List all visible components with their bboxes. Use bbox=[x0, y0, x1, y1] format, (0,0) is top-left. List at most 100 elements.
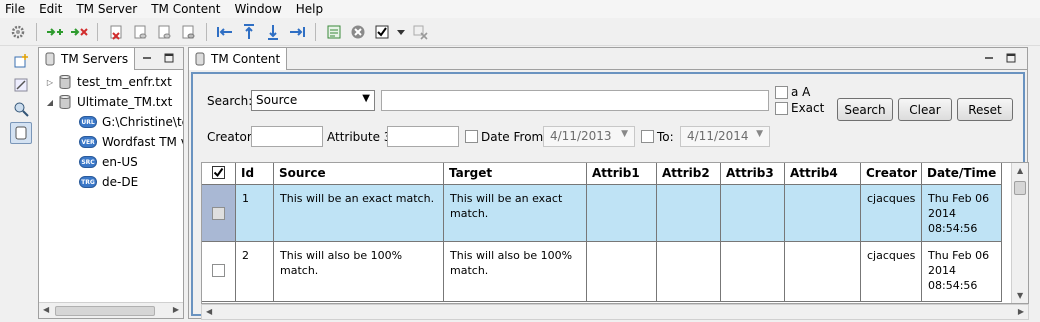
add-match-icon[interactable] bbox=[45, 22, 65, 42]
cell-date-line: 08:54:56 bbox=[928, 279, 978, 292]
menu-tm-content[interactable]: TM Content bbox=[144, 0, 227, 18]
search-input[interactable] bbox=[381, 90, 769, 111]
cell-target-line: match. bbox=[450, 207, 489, 220]
cell-attrib4[interactable] bbox=[785, 242, 861, 302]
tm-db-icon-2[interactable] bbox=[154, 22, 174, 42]
case-sensitive-checkbox[interactable] bbox=[775, 86, 788, 99]
cell-target-line: This will be an exact bbox=[450, 192, 563, 205]
date-from-picker[interactable]: 4/11/2013 ▼ bbox=[543, 126, 635, 147]
tree-item-version[interactable]: VER Wordfast TM v. bbox=[39, 132, 183, 152]
cell-attrib4[interactable] bbox=[785, 185, 861, 242]
table-vertical-scrollbar[interactable]: ▲ ▼ bbox=[1011, 163, 1028, 303]
row-select-cell[interactable] bbox=[202, 242, 236, 302]
new-perspective-icon[interactable] bbox=[10, 50, 32, 72]
delete-tm-icon[interactable] bbox=[106, 22, 126, 42]
date-to-picker[interactable]: 4/11/2014 ▼ bbox=[680, 126, 770, 147]
reset-button[interactable]: Reset bbox=[957, 98, 1013, 121]
row-checkbox[interactable] bbox=[212, 264, 225, 277]
tm-db-icon-3[interactable] bbox=[178, 22, 198, 42]
scrollbar-thumb[interactable] bbox=[55, 306, 155, 316]
remove-match-icon[interactable] bbox=[69, 22, 89, 42]
date-to-value: 4/11/2014 bbox=[687, 129, 749, 143]
menu-help[interactable]: Help bbox=[289, 0, 330, 18]
column-header-source[interactable]: Source bbox=[274, 163, 444, 185]
clear-filter-icon[interactable] bbox=[410, 22, 430, 42]
row-select-cell[interactable] bbox=[202, 185, 236, 242]
cell-attrib3[interactable] bbox=[721, 185, 785, 242]
scroll-up-icon[interactable]: ▲ bbox=[1017, 166, 1023, 175]
attribute3-label: Attribute 3 bbox=[327, 130, 392, 144]
exact-checkbox[interactable] bbox=[775, 102, 788, 115]
cell-source[interactable]: This will be an exact match. bbox=[274, 185, 444, 242]
edit-perspective-icon[interactable] bbox=[10, 74, 32, 96]
tree-item-url[interactable]: URL G:\Christine\tes bbox=[39, 112, 183, 132]
tab-tm-content[interactable]: TM Content bbox=[189, 48, 288, 70]
tm-perspective-icon[interactable] bbox=[10, 122, 32, 144]
scroll-left-icon[interactable]: ◀ bbox=[206, 307, 212, 316]
cell-attrib3[interactable] bbox=[721, 242, 785, 302]
column-header-attrib3[interactable]: Attrib3 bbox=[721, 163, 785, 185]
cell-attrib1[interactable] bbox=[587, 242, 657, 302]
row-checkbox[interactable] bbox=[212, 207, 225, 220]
maximize-icon[interactable] bbox=[163, 52, 175, 64]
tree-item-test-tm[interactable]: ▷ test_tm_enfr.txt bbox=[39, 72, 183, 92]
up-icon[interactable] bbox=[239, 22, 259, 42]
select-all-checkbox[interactable] bbox=[202, 163, 236, 185]
gear-icon[interactable] bbox=[8, 22, 28, 42]
minimize-icon[interactable] bbox=[983, 52, 995, 64]
scroll-right-icon[interactable]: ▶ bbox=[1018, 307, 1024, 316]
column-header-attrib2[interactable]: Attrib2 bbox=[657, 163, 721, 185]
cell-target[interactable]: This will be an exact match. bbox=[444, 185, 587, 242]
export-icon[interactable] bbox=[324, 22, 344, 42]
cell-id: 1 bbox=[236, 185, 274, 242]
column-header-creator[interactable]: Creator bbox=[861, 163, 922, 185]
cell-target[interactable]: This will also be 100% match. bbox=[444, 242, 587, 302]
cell-source[interactable]: This will also be 100% match. bbox=[274, 242, 444, 302]
tree-item-source-lang[interactable]: SRC en-US bbox=[39, 152, 183, 172]
scrollbar-thumb[interactable] bbox=[1014, 181, 1026, 195]
scroll-down-icon[interactable]: ▼ bbox=[1017, 291, 1023, 300]
cell-attrib1[interactable] bbox=[587, 185, 657, 242]
search-button[interactable]: Search bbox=[837, 98, 893, 121]
maximize-icon[interactable] bbox=[1005, 52, 1017, 64]
exact-label: Exact bbox=[791, 101, 825, 115]
date-from-label: Date From: bbox=[481, 130, 548, 144]
dropdown-icon[interactable] bbox=[396, 22, 406, 42]
first-icon[interactable] bbox=[215, 22, 235, 42]
column-header-target[interactable]: Target bbox=[444, 163, 587, 185]
menu-window[interactable]: Window bbox=[227, 0, 288, 18]
menu-tm-server[interactable]: TM Server bbox=[69, 0, 144, 18]
menu-edit[interactable]: Edit bbox=[32, 0, 69, 18]
expand-arrow-icon[interactable]: ▷ bbox=[45, 78, 55, 87]
last-icon[interactable] bbox=[287, 22, 307, 42]
column-header-attrib4[interactable]: Attrib4 bbox=[785, 163, 861, 185]
cell-attrib2[interactable] bbox=[657, 185, 721, 242]
tm-servers-tree: ▷ test_tm_enfr.txt ◢ Ultimate_TM.txt URL… bbox=[39, 70, 183, 192]
checkbox-icon[interactable] bbox=[372, 22, 392, 42]
clear-button[interactable]: Clear bbox=[898, 98, 952, 121]
column-header-attrib1[interactable]: Attrib1 bbox=[587, 163, 657, 185]
tab-tm-servers[interactable]: TM Servers bbox=[39, 48, 136, 70]
table-horizontal-scrollbar[interactable]: ◀ ▶ bbox=[201, 304, 1029, 320]
creator-input[interactable] bbox=[251, 126, 323, 147]
search-perspective-icon[interactable] bbox=[10, 98, 32, 120]
scroll-left-icon[interactable]: ◀ bbox=[43, 305, 49, 314]
search-field-select[interactable]: Source ▼ bbox=[251, 90, 375, 111]
date-to-checkbox[interactable] bbox=[641, 130, 654, 143]
column-header-date-time[interactable]: Date/Time bbox=[922, 163, 1002, 185]
collapse-arrow-icon[interactable]: ◢ bbox=[45, 98, 55, 107]
tree-item-target-lang[interactable]: TRG de-DE bbox=[39, 172, 183, 192]
tree-item-ultimate-tm[interactable]: ◢ Ultimate_TM.txt bbox=[39, 92, 183, 112]
scroll-right-icon[interactable]: ▶ bbox=[173, 305, 179, 314]
tree-horizontal-scrollbar[interactable]: ◀ ▶ bbox=[39, 302, 183, 318]
menu-file[interactable]: File bbox=[0, 0, 32, 18]
minimize-icon[interactable] bbox=[141, 52, 153, 64]
creator-label: Creator bbox=[207, 130, 252, 144]
down-icon[interactable] bbox=[263, 22, 283, 42]
cell-attrib2[interactable] bbox=[657, 242, 721, 302]
cancel-icon[interactable] bbox=[348, 22, 368, 42]
attribute3-input[interactable] bbox=[387, 126, 459, 147]
date-from-checkbox[interactable] bbox=[465, 130, 478, 143]
tm-db-icon-1[interactable] bbox=[130, 22, 150, 42]
column-header-id[interactable]: Id bbox=[236, 163, 274, 185]
